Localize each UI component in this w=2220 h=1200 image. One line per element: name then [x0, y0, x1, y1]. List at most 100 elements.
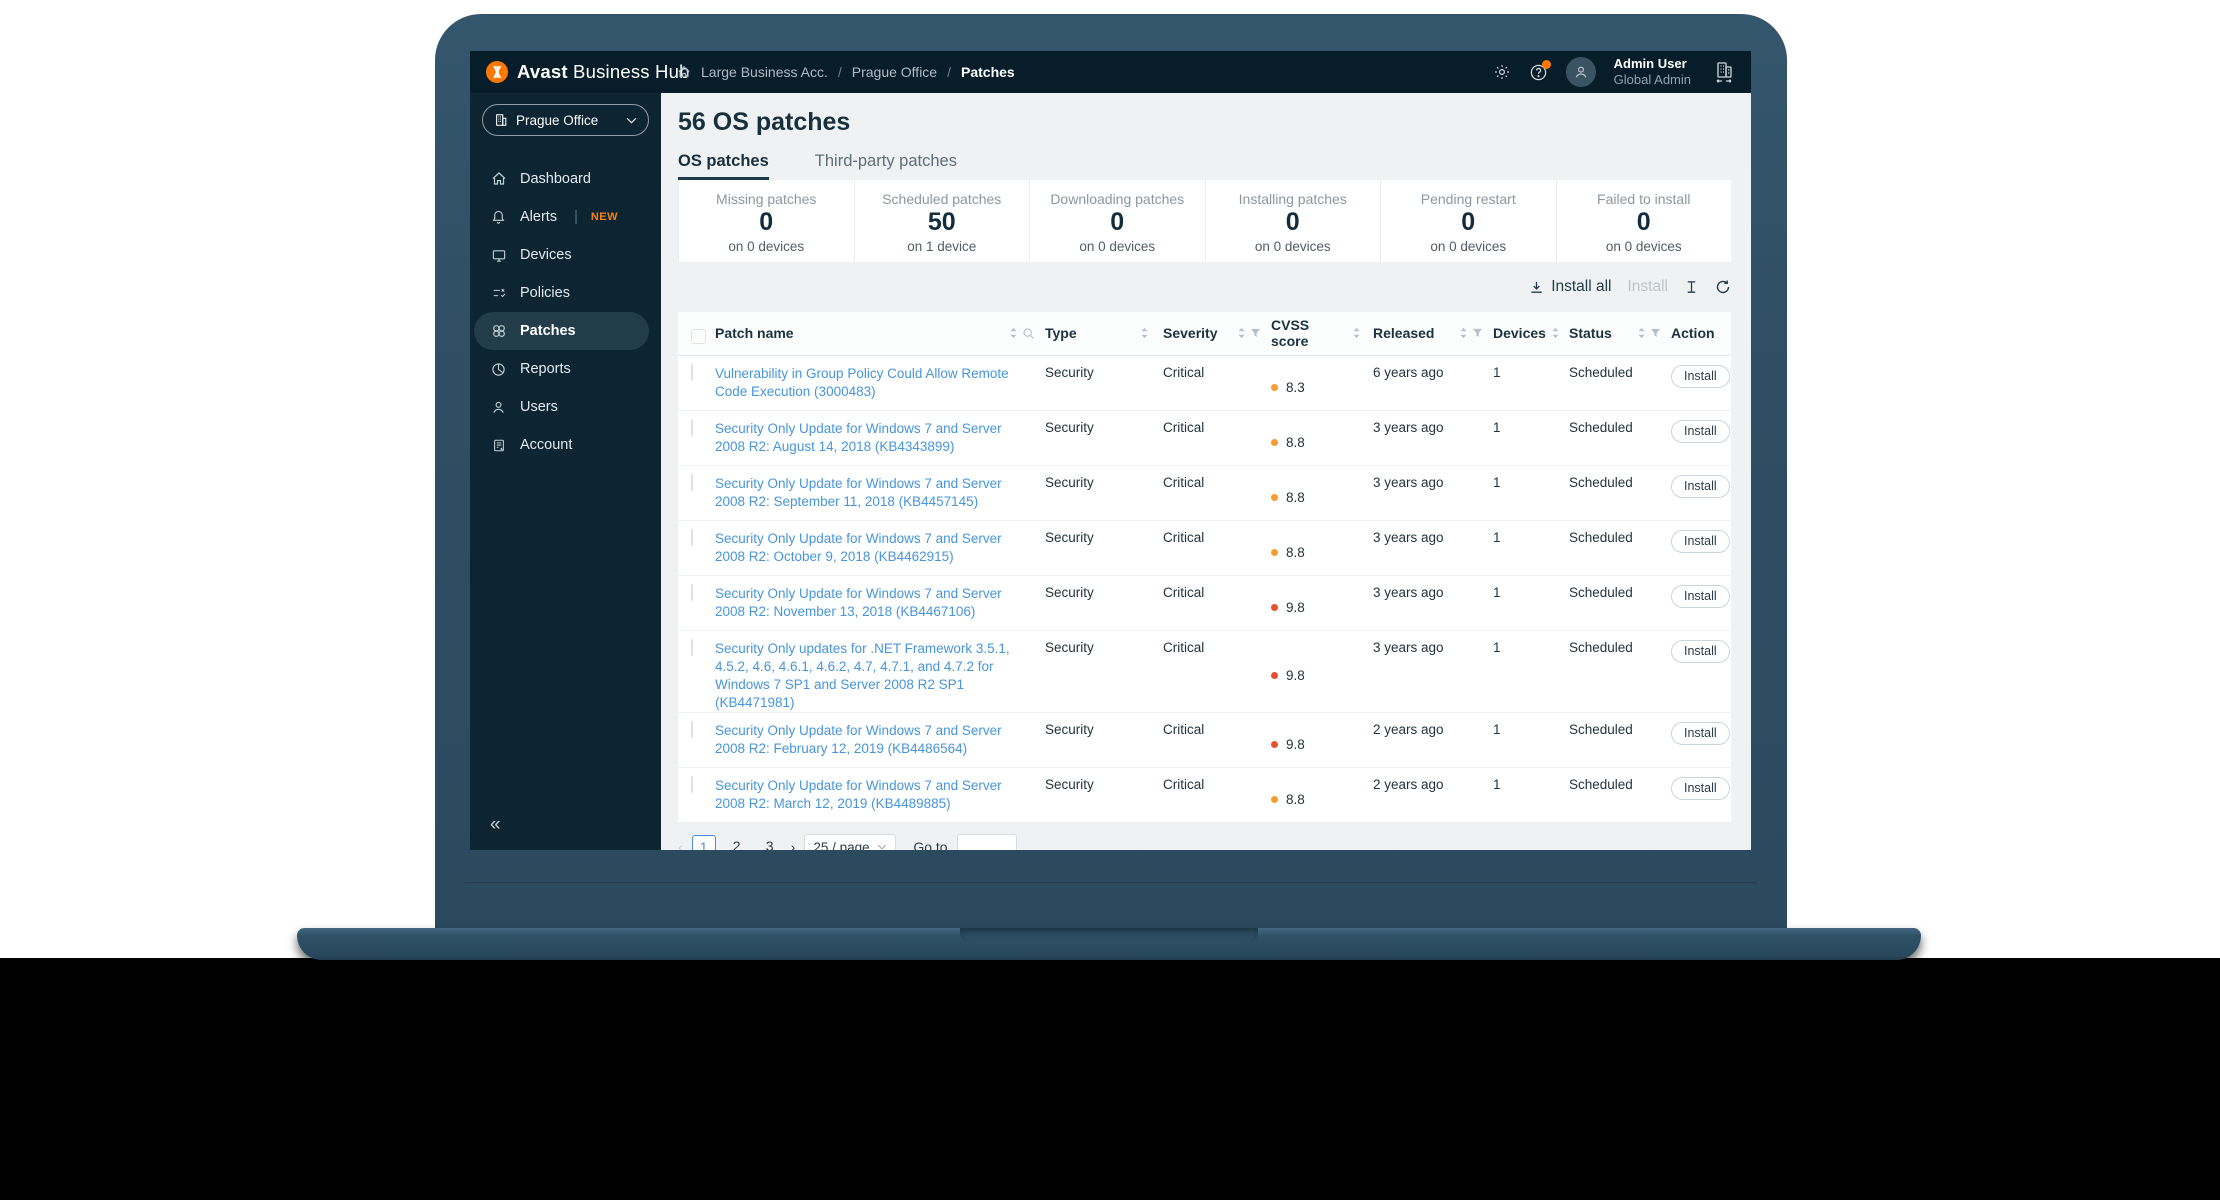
sidebar-collapse-button[interactable]: « — [490, 814, 501, 836]
stat-tile: Scheduled patches 50 on 1 device — [853, 180, 1030, 262]
refresh-icon[interactable] — [1715, 279, 1731, 295]
row-height-icon[interactable] — [1684, 279, 1699, 295]
tab-third-party-patches[interactable]: Third-party patches — [815, 152, 957, 180]
install-all-button[interactable]: Install all — [1529, 278, 1612, 296]
breadcrumb-item[interactable]: Prague Office — [852, 64, 937, 80]
laptop-lid: Avast Business Hub Large Business Acc. /… — [435, 14, 1787, 928]
top-bar-actions: Admin User Global Admin — [1493, 56, 1735, 89]
type-cell: Security — [1045, 640, 1094, 655]
cvss-cell: 8.3 — [1271, 356, 1373, 410]
patch-name-link[interactable]: Security Only updates for .NET Framework… — [715, 641, 1010, 710]
page-button-1[interactable]: 1 — [691, 835, 716, 850]
sort-icon[interactable] — [1637, 327, 1646, 339]
row-checkbox[interactable] — [691, 529, 693, 546]
column-header-cvss[interactable]: CVSS score — [1271, 312, 1373, 355]
avatar[interactable] — [1565, 57, 1596, 87]
help-icon[interactable] — [1529, 59, 1551, 82]
status-cell: Scheduled — [1569, 365, 1633, 380]
type-cell: Security — [1045, 420, 1094, 435]
patch-name-link[interactable]: Security Only Update for Windows 7 and S… — [715, 723, 1002, 756]
column-header-severity[interactable]: Severity — [1163, 312, 1271, 355]
column-header-devices[interactable]: Devices — [1493, 312, 1569, 355]
home-icon[interactable] — [677, 65, 691, 79]
patch-name-link[interactable]: Vulnerability in Group Policy Could Allo… — [715, 366, 1009, 399]
install-button[interactable]: Install — [1628, 278, 1669, 296]
table-row: Security Only Update for Windows 7 and S… — [678, 768, 1731, 823]
search-icon[interactable] — [1022, 327, 1035, 340]
stat-devices: on 0 devices — [1430, 239, 1507, 254]
sort-icon[interactable] — [1237, 327, 1246, 339]
row-checkbox[interactable] — [691, 775, 693, 793]
next-page-icon[interactable]: › — [791, 839, 796, 850]
sort-icon[interactable] — [1459, 327, 1468, 339]
column-header-type[interactable]: Type — [1045, 312, 1163, 355]
company-switch-icon[interactable] — [1713, 60, 1735, 84]
released-cell: 3 years ago — [1373, 640, 1444, 655]
column-header-patch-name[interactable]: Patch name — [715, 312, 1045, 355]
row-checkbox[interactable] — [691, 364, 693, 381]
tab-bar: OS patches Third-party patches — [678, 152, 1731, 180]
row-install-button[interactable]: Install — [1671, 420, 1730, 443]
sidebar-item-account[interactable]: Account — [470, 426, 661, 464]
cvss-value: 9.8 — [1286, 600, 1305, 615]
laptop-hinge-seam — [465, 882, 1757, 884]
cvss-value: 8.3 — [1286, 380, 1305, 395]
patch-name-cell: Security Only Update for Windows 7 and S… — [715, 521, 1045, 575]
sidebar-item-policies[interactable]: Policies — [470, 274, 661, 312]
row-checkbox[interactable] — [691, 720, 693, 738]
column-header-status[interactable]: Status — [1569, 312, 1671, 355]
goto-page-input[interactable] — [956, 833, 1017, 850]
prev-page-icon[interactable]: ‹ — [678, 839, 683, 850]
patch-name-link[interactable]: Security Only Update for Windows 7 and S… — [715, 421, 1002, 454]
row-install-button[interactable]: Install — [1671, 530, 1730, 553]
page-size-select[interactable]: 25 / page — [804, 833, 897, 850]
column-header-released[interactable]: Released — [1373, 312, 1493, 355]
stat-tile: Pending restart 0 on 0 devices — [1380, 180, 1556, 262]
row-install-button[interactable]: Install — [1671, 365, 1730, 388]
patch-name-link[interactable]: Security Only Update for Windows 7 and S… — [715, 586, 1002, 619]
app-window: Avast Business Hub Large Business Acc. /… — [470, 51, 1751, 850]
sidebar-item-reports[interactable]: Reports — [470, 350, 661, 388]
row-checkbox[interactable] — [691, 639, 693, 656]
page-title: 56 OS patches — [678, 108, 851, 136]
page-button-2[interactable]: 2 — [725, 835, 749, 850]
status-cell: Scheduled — [1569, 420, 1633, 435]
tab-os-patches[interactable]: OS patches — [678, 152, 769, 180]
row-install-button[interactable]: Install — [1671, 776, 1730, 800]
patch-name-link[interactable]: Security Only Update for Windows 7 and S… — [715, 531, 1002, 564]
row-install-button[interactable]: Install — [1671, 475, 1730, 498]
filter-icon[interactable] — [1472, 328, 1483, 339]
row-install-button[interactable]: Install — [1671, 640, 1730, 663]
patch-name-link[interactable]: Security Only Update for Windows 7 and S… — [715, 476, 1002, 509]
sort-icon[interactable] — [1352, 327, 1361, 339]
status-cell: Scheduled — [1569, 640, 1633, 655]
org-selector[interactable]: Prague Office — [482, 104, 649, 136]
patch-name-link[interactable]: Security Only Update for Windows 7 and S… — [715, 778, 1002, 811]
user-info[interactable]: Admin User Global Admin — [1614, 56, 1691, 89]
cvss-value: 8.8 — [1286, 791, 1305, 807]
goto-label: Go to — [913, 839, 948, 850]
patch-name-cell: Vulnerability in Group Policy Could Allo… — [715, 356, 1045, 410]
sidebar-item-devices[interactable]: Devices — [470, 236, 661, 274]
row-install-button[interactable]: Install — [1671, 721, 1730, 745]
breadcrumb-separator: / — [947, 64, 951, 80]
sidebar-item-patches[interactable]: Patches — [474, 312, 649, 350]
sidebar-item-users[interactable]: Users — [470, 388, 661, 426]
sidebar-item-dashboard[interactable]: Dashboard — [470, 160, 661, 198]
page-button-3[interactable]: 3 — [758, 835, 782, 850]
sort-icon[interactable] — [1009, 327, 1018, 339]
row-install-button[interactable]: Install — [1671, 585, 1730, 608]
breadcrumb-item[interactable]: Large Business Acc. — [701, 64, 828, 80]
filter-icon[interactable] — [1650, 328, 1661, 339]
row-checkbox[interactable] — [691, 474, 693, 491]
sort-icon[interactable] — [1140, 327, 1149, 339]
building-icon — [496, 114, 507, 126]
settings-gear-icon[interactable] — [1493, 63, 1511, 81]
sidebar-item-alerts[interactable]: Alerts | NEW — [470, 198, 661, 236]
sidebar-item-label: Alerts — [520, 209, 558, 225]
sort-icon[interactable] — [1551, 327, 1560, 339]
row-checkbox[interactable] — [691, 584, 693, 601]
filter-icon[interactable] — [1250, 328, 1261, 339]
row-checkbox[interactable] — [691, 419, 693, 436]
select-all-checkbox[interactable] — [691, 329, 706, 344]
